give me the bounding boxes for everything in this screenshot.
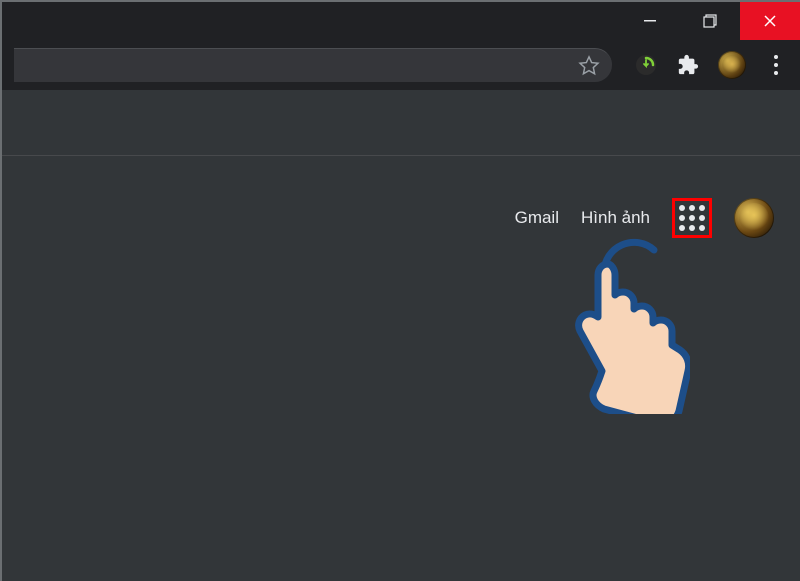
browser-toolbar <box>0 40 800 90</box>
content-separator <box>2 155 800 156</box>
minimize-icon <box>643 14 657 28</box>
gmail-link[interactable]: Gmail <box>515 208 559 228</box>
maximize-button[interactable] <box>680 2 740 40</box>
bookmark-star-icon[interactable] <box>578 55 600 77</box>
tutorial-pointer-annotation <box>550 230 700 410</box>
window-titlebar <box>0 0 800 40</box>
account-avatar[interactable] <box>734 198 774 238</box>
browser-menu-button[interactable] <box>764 55 788 75</box>
menu-dot-icon <box>774 63 778 67</box>
page-content: Gmail Hình ảnh <box>0 90 800 581</box>
apps-grid-icon <box>679 205 705 231</box>
profile-avatar-small[interactable] <box>718 51 746 79</box>
close-icon <box>763 14 777 28</box>
extension-idm-icon[interactable] <box>634 53 658 77</box>
close-button[interactable] <box>740 2 800 40</box>
menu-dot-icon <box>774 55 778 59</box>
images-link[interactable]: Hình ảnh <box>581 208 650 228</box>
pointing-hand-icon <box>550 254 690 414</box>
address-bar[interactable] <box>14 48 612 82</box>
minimize-button[interactable] <box>620 2 680 40</box>
extensions-puzzle-icon[interactable] <box>676 53 700 77</box>
menu-dot-icon <box>774 71 778 75</box>
restore-icon <box>703 14 717 28</box>
